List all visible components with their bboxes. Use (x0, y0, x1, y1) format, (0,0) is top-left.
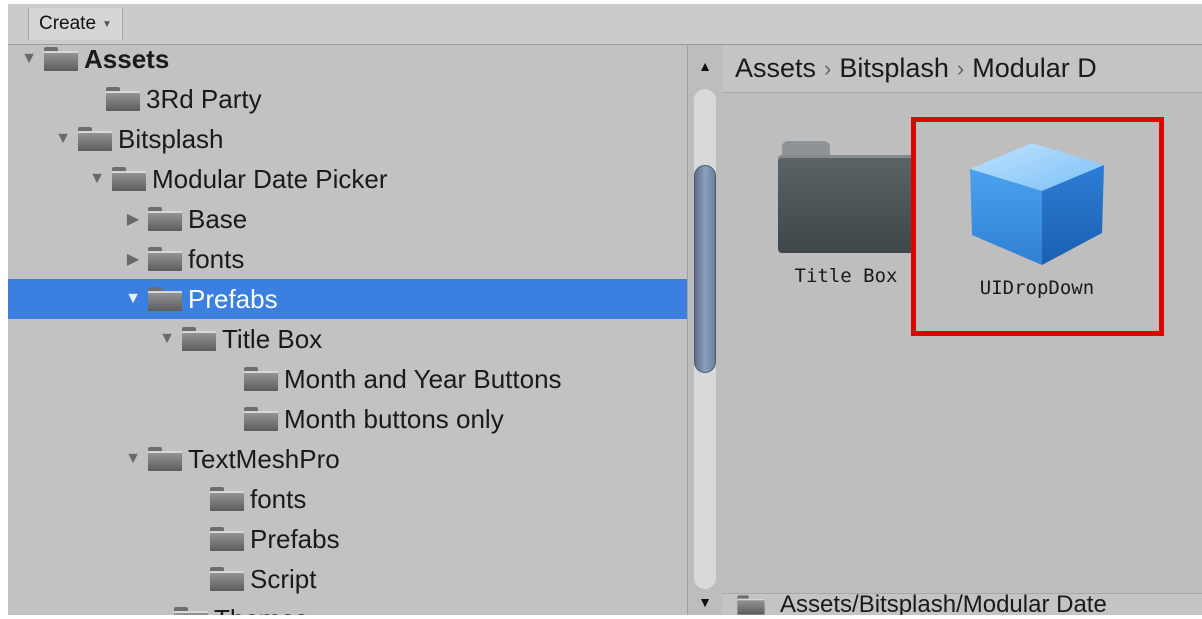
tree-item-label: Themes (214, 604, 308, 616)
asset-title-box[interactable]: Title Box (778, 141, 914, 287)
scroll-thumb[interactable] (694, 165, 716, 373)
selected-path: Assets/Bitsplash/Modular Date (780, 593, 1107, 615)
folder-icon (148, 287, 182, 311)
project-window: Create ▼ ▼ Assets 3Rd Party ▼ Bitsplash ▼ Modu… (8, 4, 1202, 615)
tree-item[interactable]: ▶ Base (8, 199, 687, 239)
breadcrumb-separator-icon: › (956, 55, 965, 81)
create-label: Create (39, 13, 97, 34)
tree-item-label: Prefabs (250, 523, 340, 554)
collapse-arrow-icon[interactable]: ▼ (88, 170, 106, 188)
folder-icon (244, 367, 278, 391)
folder-icon (210, 487, 244, 511)
tree-item[interactable]: ▼ TextMeshPro (8, 439, 687, 479)
scroll-down-arrow-icon[interactable]: ▼ (688, 589, 722, 615)
tree-item[interactable]: Prefabs (8, 519, 687, 559)
folder-icon (778, 141, 914, 253)
selected-path-bar: Assets/Bitsplash/Modular Date (722, 593, 1202, 615)
tree-item[interactable]: ▼ Title Box (8, 319, 687, 359)
tree-item[interactable]: ▶ fonts (8, 239, 687, 279)
create-button[interactable]: Create ▼ (28, 8, 123, 40)
folder-icon (244, 407, 278, 431)
asset-view: Assets › Bitsplash › Modular D Title Box (722, 45, 1202, 615)
tree-item-label: Base (188, 203, 248, 234)
folder-icon (210, 527, 244, 551)
expand-arrow-icon[interactable]: ▶ (124, 250, 142, 268)
folder-icon (210, 567, 244, 591)
folder-icon (737, 594, 765, 615)
tree-item[interactable]: 3Rd Party (8, 79, 687, 119)
tree-item-label: fonts (250, 483, 307, 514)
collapse-arrow-icon[interactable]: ▼ (124, 290, 142, 308)
tree-item-label: Month and Year Buttons (284, 363, 562, 394)
tree-item-label: Assets (84, 45, 170, 74)
tree-item[interactable]: ▼ Bitsplash (8, 119, 687, 159)
tree-item[interactable]: Month and Year Buttons (8, 359, 687, 399)
tree-item-label: Prefabs (188, 283, 278, 314)
tree-item-label: 3Rd Party (146, 83, 262, 114)
tree-item[interactable]: Script (8, 559, 687, 599)
expand-arrow-icon[interactable]: ▶ (124, 210, 142, 228)
breadcrumb-item-assets[interactable]: Assets (735, 53, 816, 84)
tree-item-label: Month buttons only (284, 403, 504, 434)
folder-icon (182, 327, 216, 351)
dropdown-caret-icon: ▼ (102, 18, 112, 30)
breadcrumb: Assets › Bitsplash › Modular D (722, 45, 1202, 93)
folder-icon (148, 247, 182, 271)
tree-item-label: Modular Date Picker (152, 163, 388, 194)
folder-icon (44, 47, 78, 71)
collapse-arrow-icon[interactable]: ▼ (54, 130, 72, 148)
breadcrumb-item-bitsplash[interactable]: Bitsplash (839, 53, 949, 84)
tree-item[interactable]: Themes (8, 599, 687, 615)
tree-scrollbar[interactable]: ▲ ▼ (687, 45, 723, 615)
collapse-arrow-icon[interactable]: ▼ (20, 50, 38, 68)
folder-icon (78, 127, 112, 151)
tree-item-label: Title Box (222, 323, 323, 354)
asset-label: Title Box (794, 265, 898, 287)
tree-item[interactable]: Month buttons only (8, 399, 687, 439)
tree-item[interactable]: ▼ Assets (8, 45, 687, 79)
collapse-arrow-icon[interactable]: ▼ (124, 450, 142, 468)
collapse-arrow-icon[interactable]: ▼ (158, 330, 176, 348)
tree-item-label: fonts (188, 243, 245, 274)
tree-item[interactable]: ▼ Prefabs (8, 279, 687, 319)
tree-item-label: TextMeshPro (188, 443, 340, 474)
breadcrumb-separator-icon: › (824, 55, 832, 81)
folder-icon (112, 167, 146, 191)
tree-item-label: Script (250, 563, 317, 594)
folder-tree: ▼ Assets 3Rd Party ▼ Bitsplash ▼ Modular Date … (8, 45, 687, 615)
tree-item[interactable]: ▼ Modular Date Picker (8, 159, 687, 199)
folder-icon (148, 207, 182, 231)
tree-item-label: Bitsplash (118, 123, 224, 154)
folder-icon (148, 447, 182, 471)
scroll-up-arrow-icon[interactable]: ▲ (688, 53, 722, 79)
tree-item[interactable]: fonts (8, 479, 687, 519)
breadcrumb-item-modular-date-picker[interactable]: Modular D (972, 53, 1097, 84)
toolbar: Create ▼ (8, 4, 1202, 45)
folder-icon (174, 607, 208, 615)
folder-icon (106, 87, 140, 111)
annotation-highlight-box (911, 117, 1164, 336)
